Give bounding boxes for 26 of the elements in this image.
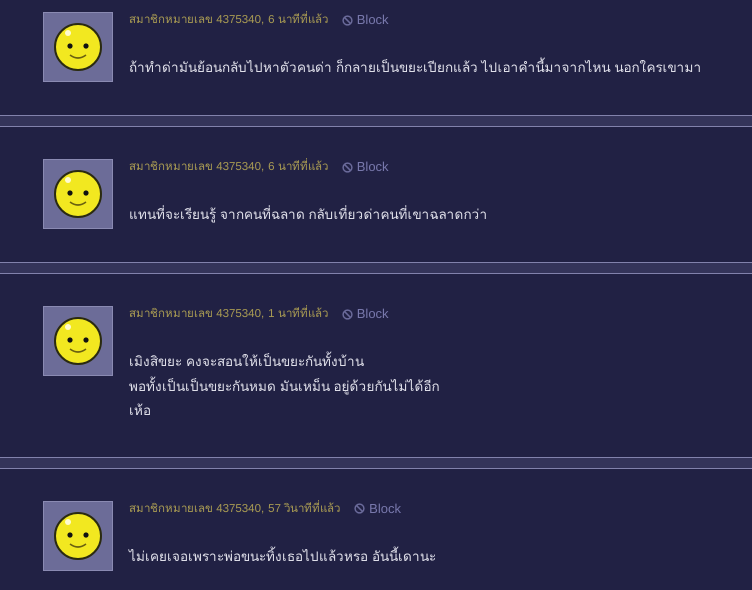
ban-icon — [354, 503, 366, 514]
ban-icon — [342, 14, 353, 26]
timestamp: 1 นาทีที่แล้ว — [268, 306, 328, 322]
comment-text: เห้อ — [129, 403, 151, 418]
timestamp: 6 นาทีที่แล้ว — [268, 159, 328, 175]
comment-text: เมิงสิขยะ คงจะสอนให้เป็นขยะกันทั้งบ้าน — [129, 354, 364, 369]
block-link[interactable]: Block — [354, 500, 401, 516]
block-link[interactable]: Block — [342, 12, 389, 28]
smiley-icon — [53, 510, 103, 560]
ban-icon — [342, 162, 353, 172]
member-name: สมาชิกหมายเลข 4375340, — [129, 306, 264, 322]
smiley-icon — [53, 169, 103, 219]
ban-icon — [342, 308, 353, 320]
comment-text: ไม่เคยเจอเพราะพ่อขนะทิ้งเธอไปแล้วหรอ อันนี้เดานะ — [129, 548, 436, 564]
member-name: สมาชิกหมายเลข 4375340, — [129, 502, 264, 516]
comment-text: ถ้าทำด่ามันย้อนกลับไปหาตัวคนด่า ก็กลายเป็นขยะเปียกแล้ว ไปเอาคำนี้มาจากไหน นอกใครเขามา — [129, 60, 702, 75]
timestamp: 6 นาทีที่แล้ว — [268, 12, 328, 28]
block-link[interactable]: Block — [342, 306, 389, 322]
comment-text: พอทั้งเป็นเป็นขยะกันหมด มันเหม็น อยู่ด้วยกันไม่ได้อีก — [129, 378, 440, 394]
member-name: สมาชิกหมายเลข 4375340, — [129, 160, 264, 175]
smiley-icon — [53, 316, 103, 366]
timestamp: 57 วินาทีที่แล้ว — [268, 500, 340, 516]
member-name: สมาชิกหมายเลข 4375340, — [129, 12, 264, 28]
smiley-icon — [53, 22, 103, 72]
comment-text: แทนที่จะเรียนรู้ จากคนที่ฉลาด กลับเที่ยวด่าคนที่เขาฉลาดกว่า — [129, 207, 488, 222]
block-link[interactable]: Block — [342, 159, 389, 175]
